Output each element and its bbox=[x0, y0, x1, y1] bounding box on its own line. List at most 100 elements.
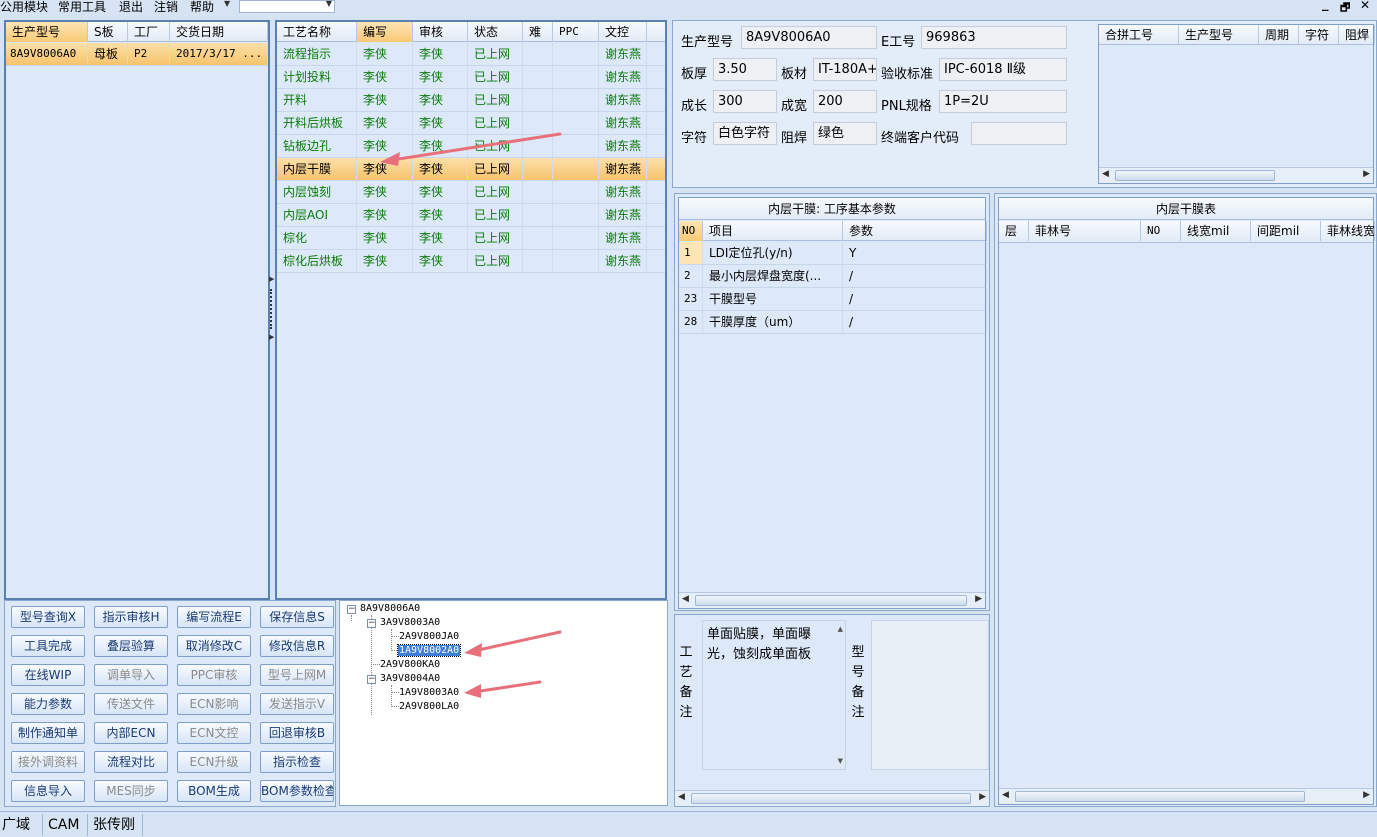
menu-help[interactable]: 帮助 bbox=[190, 0, 214, 15]
col-s-board[interactable]: S板 bbox=[88, 22, 128, 42]
menu-logout[interactable]: 注销 bbox=[154, 0, 178, 15]
tree-node[interactable]: 1A9V8003A0 bbox=[399, 687, 459, 698]
table-row[interactable]: 棕化后烘板 李侠 李侠 已上网 谢东燕 bbox=[277, 250, 665, 273]
field-width[interactable]: 200 bbox=[813, 90, 877, 113]
tree-node[interactable]: 3A9V8004A0 bbox=[380, 673, 440, 684]
col-merge-no[interactable]: 合拼工号 bbox=[1099, 25, 1179, 45]
col-factory[interactable]: 工厂 bbox=[128, 22, 170, 42]
col-merge-model[interactable]: 生产型号 bbox=[1179, 25, 1259, 45]
tree-node[interactable]: 2A9V800KA0 bbox=[380, 659, 440, 670]
field-model[interactable]: 8A9V8006A0 bbox=[741, 26, 877, 49]
action-button[interactable]: BOM生成 bbox=[177, 780, 251, 802]
col-delivery-date[interactable]: 交货日期 bbox=[170, 22, 268, 42]
action-button[interactable]: 发送指示V bbox=[260, 693, 334, 715]
col-no[interactable]: NO bbox=[679, 221, 703, 241]
action-button[interactable]: 调单导入 bbox=[94, 664, 168, 686]
scroll-right-icon[interactable]: ▶ bbox=[1363, 169, 1370, 179]
field-solder-mask[interactable]: 绿色 bbox=[813, 122, 877, 145]
menu-common-tools[interactable]: 常用工具 bbox=[58, 0, 106, 15]
table-row[interactable]: 内层AOI 李侠 李侠 已上网 谢东燕 bbox=[277, 204, 665, 227]
action-button[interactable]: 保存信息S bbox=[260, 606, 334, 628]
collapse-icon[interactable]: − bbox=[367, 675, 376, 684]
action-button[interactable]: 叠层验算 bbox=[94, 635, 168, 657]
scroll-thumb[interactable] bbox=[1115, 170, 1275, 181]
table-row[interactable]: 开料 李侠 李侠 已上网 谢东燕 bbox=[277, 89, 665, 112]
col-reviewer[interactable]: 审核 bbox=[413, 22, 468, 42]
minimize-button[interactable]: _ bbox=[1322, 0, 1329, 12]
table-row[interactable]: 棕化 李侠 李侠 已上网 谢东燕 bbox=[277, 227, 665, 250]
scroll-up-icon[interactable]: ▲ bbox=[838, 625, 843, 633]
action-button[interactable]: 取消修改C bbox=[177, 635, 251, 657]
col-writer[interactable]: 编写 bbox=[357, 22, 413, 42]
action-button[interactable]: 工具完成 bbox=[11, 635, 85, 657]
col-model[interactable]: 生产型号 bbox=[6, 22, 88, 42]
col-film-line-width[interactable]: 菲林线宽 bbox=[1321, 221, 1375, 241]
action-button[interactable]: 内部ECN bbox=[94, 722, 168, 744]
table-row[interactable]: 内层蚀刻 李侠 李侠 已上网 谢东燕 bbox=[277, 181, 665, 204]
field-customer-code[interactable] bbox=[971, 122, 1067, 145]
action-button[interactable]: ECN文控 bbox=[177, 722, 251, 744]
col-item[interactable]: 项目 bbox=[703, 221, 843, 241]
col-param[interactable]: 参数 bbox=[843, 221, 987, 241]
scroll-left-icon[interactable]: ◀ bbox=[1002, 790, 1009, 800]
process-memo[interactable]: 单面贴膜，单面曝 光，蚀刻成单面板 ▲ ▼ bbox=[702, 620, 846, 770]
field-thickness[interactable]: 3.50 bbox=[713, 58, 777, 81]
tree-node[interactable]: 3A9V8003A0 bbox=[380, 617, 440, 628]
params-scrollbar[interactable]: ◀ ▶ bbox=[679, 592, 985, 608]
collapse-icon[interactable]: − bbox=[347, 605, 356, 614]
scroll-thumb[interactable] bbox=[1015, 791, 1305, 802]
restore-button[interactable]: 🗗 bbox=[1340, 0, 1350, 18]
col-film-no[interactable]: 菲林号 bbox=[1029, 221, 1141, 241]
action-button[interactable]: 在线WIP bbox=[11, 664, 85, 686]
col-merge-char[interactable]: 字符 bbox=[1299, 25, 1339, 45]
field-length[interactable]: 300 bbox=[713, 90, 777, 113]
action-button[interactable]: 指示审核H bbox=[94, 606, 168, 628]
col-merge-mask[interactable]: 阻焊 bbox=[1339, 25, 1375, 45]
col-merge-cycle[interactable]: 周期 bbox=[1259, 25, 1299, 45]
scroll-thumb[interactable] bbox=[695, 595, 967, 606]
field-e-no[interactable]: 969863 bbox=[921, 26, 1067, 49]
action-button[interactable]: 回退审核B bbox=[260, 722, 334, 744]
scroll-left-icon[interactable]: ◀ bbox=[682, 594, 689, 604]
col-difficulty[interactable]: 难 bbox=[523, 22, 553, 42]
action-button[interactable]: 能力参数 bbox=[11, 693, 85, 715]
table-row[interactable]: 流程指示 李侠 李侠 已上网 谢东燕 bbox=[277, 43, 665, 66]
tree-node[interactable]: 2A9V800LA0 bbox=[399, 701, 459, 712]
table-row[interactable]: 计划投料 李侠 李侠 已上网 谢东燕 bbox=[277, 66, 665, 89]
table-row[interactable]: 开料后烘板 李侠 李侠 已上网 谢东燕 bbox=[277, 112, 665, 135]
col-line-width[interactable]: 线宽mil bbox=[1181, 221, 1251, 241]
close-button[interactable]: ✕ bbox=[1360, 0, 1370, 12]
action-button[interactable]: 型号上网M bbox=[260, 664, 334, 686]
field-material[interactable]: IT-180A+ bbox=[813, 58, 877, 81]
tree-node-selected[interactable]: 1A9V8002A0 bbox=[396, 644, 462, 657]
memo-scrollbar[interactable]: ◀ ▶ bbox=[675, 790, 989, 806]
scroll-thumb[interactable] bbox=[691, 793, 971, 804]
col-spacing[interactable]: 间距mil bbox=[1251, 221, 1321, 241]
field-character[interactable]: 白色字符 bbox=[713, 122, 777, 145]
col-ppc[interactable]: PPC bbox=[553, 22, 599, 42]
table-row[interactable]: 1 LDI定位孔(y/n) Y bbox=[679, 242, 987, 265]
action-button[interactable]: BOM参数检查 bbox=[260, 780, 334, 802]
menu-exit[interactable]: 退出 bbox=[119, 0, 143, 15]
scroll-right-icon[interactable]: ▶ bbox=[975, 594, 982, 604]
field-pnl[interactable]: 1P=2U bbox=[939, 90, 1067, 113]
splitter-handle[interactable]: ▶ ▶ bbox=[269, 275, 274, 345]
action-button[interactable]: MES同步 bbox=[94, 780, 168, 802]
collapse-icon[interactable]: − bbox=[367, 619, 376, 628]
scroll-right-icon[interactable]: ▶ bbox=[979, 792, 986, 802]
col-doc-control[interactable]: 文控 bbox=[599, 22, 647, 42]
table-row[interactable]: 钻板边孔 李侠 李侠 已上网 谢东燕 bbox=[277, 135, 665, 158]
action-button[interactable]: 流程对比 bbox=[94, 751, 168, 773]
col-process-name[interactable]: 工艺名称 bbox=[277, 22, 357, 42]
film-table-scrollbar[interactable]: ◀ ▶ bbox=[999, 788, 1373, 804]
col-film-row-no[interactable]: NO bbox=[1141, 221, 1181, 241]
action-button[interactable]: ECN升级 bbox=[177, 751, 251, 773]
scroll-left-icon[interactable]: ◀ bbox=[678, 792, 685, 802]
scroll-left-icon[interactable]: ◀ bbox=[1102, 169, 1109, 179]
action-button[interactable]: 接外调资料 bbox=[11, 751, 85, 773]
tree-node-root[interactable]: 8A9V8006A0 bbox=[360, 603, 420, 614]
action-button[interactable]: 编写流程E bbox=[177, 606, 251, 628]
action-button[interactable]: 信息导入 bbox=[11, 780, 85, 802]
table-row[interactable]: 28 干膜厚度（um） / bbox=[679, 311, 987, 334]
action-button[interactable]: 传送文件 bbox=[94, 693, 168, 715]
